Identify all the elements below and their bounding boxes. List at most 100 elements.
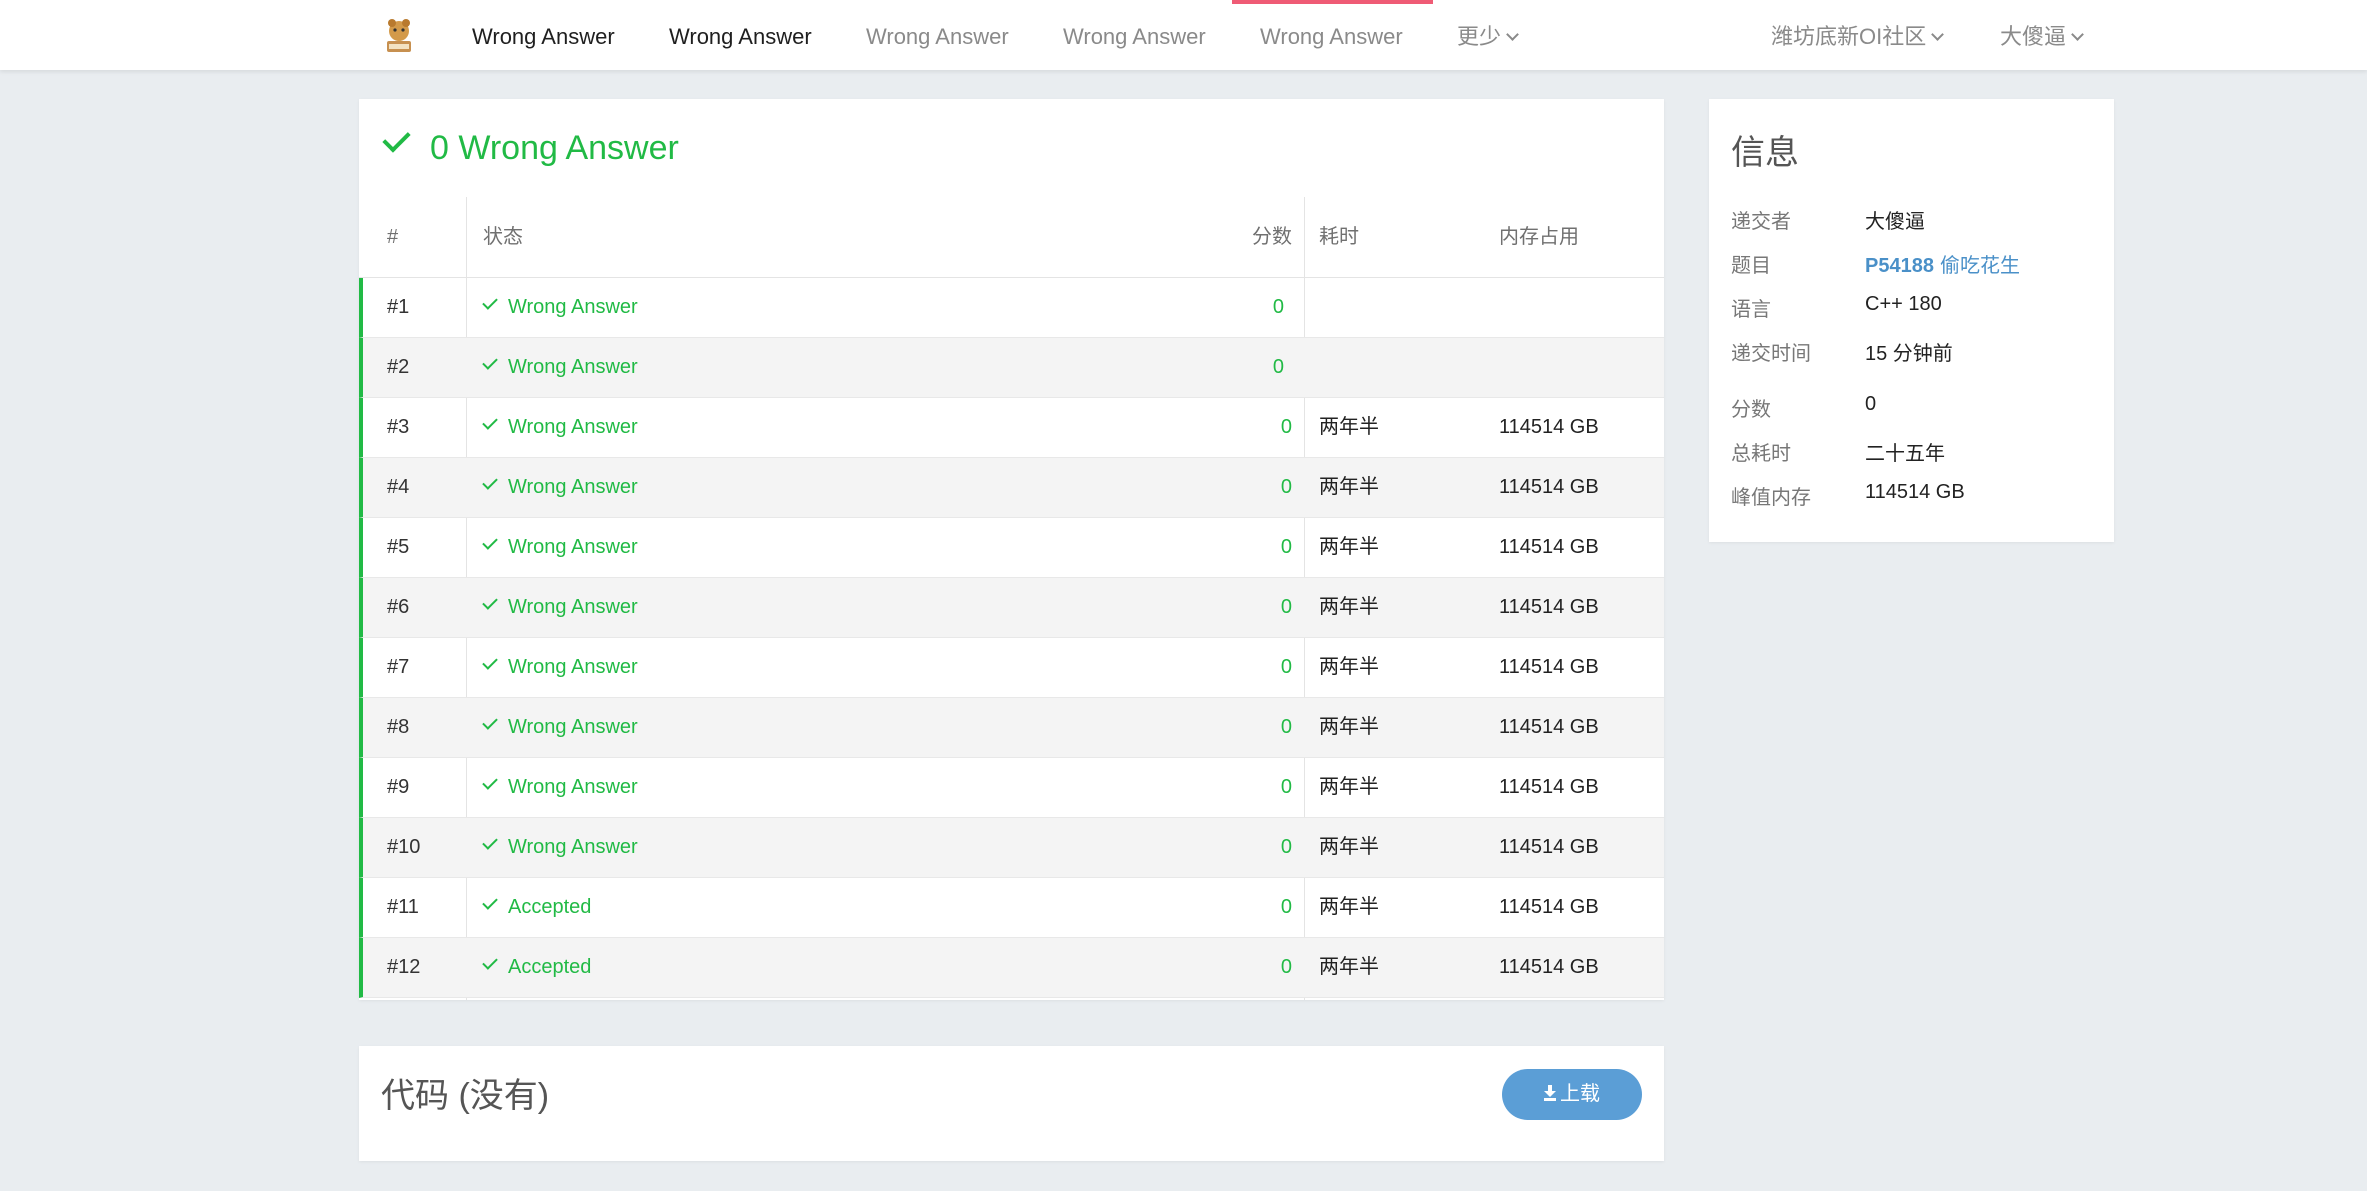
check-icon — [482, 414, 498, 430]
check-icon — [482, 534, 498, 550]
code-card: 代码 (没有) 上载 — [359, 1046, 1664, 1161]
row-score: 0 — [1280, 656, 1292, 678]
row-time: 两年半 — [1319, 536, 1379, 558]
row-status: Wrong Answer — [482, 518, 638, 577]
row-time: 两年半 — [1319, 416, 1379, 438]
column-header-time: 耗时 — [1319, 226, 1359, 248]
row-index: #3 — [387, 416, 410, 438]
row-index: #6 — [387, 596, 410, 618]
chevron-down-icon — [1506, 28, 1519, 41]
table-row[interactable]: #7 Wrong Answer 0 两年半 114514 GB — [359, 638, 1664, 698]
info-language: C++ 180 — [1865, 293, 1942, 315]
result-title: 0 Wrong Answer — [382, 124, 679, 168]
row-time: 两年半 — [1319, 836, 1379, 858]
check-icon — [482, 774, 498, 790]
top-navbar: Wrong Answer Wrong Answer Wrong Answer W… — [0, 0, 2367, 70]
info-key: 递交者 — [1731, 211, 1791, 233]
row-status: Accepted — [482, 878, 592, 937]
row-time: 两年半 — [1319, 596, 1379, 618]
problem-link[interactable]: P54188 偷吃花生 — [1865, 255, 2020, 277]
row-status: Accepted — [482, 938, 592, 997]
code-title: 代码 (没有) — [381, 1077, 550, 1115]
judge-result-card: 0 Wrong Answer # 状态 分数 耗时 内存占用 #1 Wrong … — [359, 99, 1664, 1000]
table-row[interactable]: #3 Wrong Answer 0 两年半 114514 GB — [359, 398, 1664, 458]
row-status-text: Accepted — [508, 896, 592, 918]
row-time: 两年半 — [1319, 656, 1379, 678]
row-status: Wrong Answer — [482, 338, 638, 397]
chevron-down-icon — [2071, 28, 2084, 41]
row-index: #12 — [387, 956, 421, 978]
row-memory: 114514 GB — [1499, 416, 1599, 438]
row-index: #2 — [387, 356, 410, 378]
check-icon — [482, 474, 498, 490]
column-header-index: # — [387, 226, 399, 248]
check-icon — [482, 834, 498, 850]
info-key: 峰值内存 — [1731, 487, 1811, 509]
table-row[interactable]: #12 Accepted 0 两年半 114514 GB — [359, 938, 1664, 998]
nav-item-4[interactable]: Wrong Answer — [1063, 0, 1206, 70]
nav-item-1[interactable]: Wrong Answer — [472, 0, 615, 70]
table-row[interactable]: #6 Wrong Answer 0 两年半 114514 GB — [359, 578, 1664, 638]
row-status-text: Wrong Answer — [508, 656, 638, 678]
column-header-memory: 内存占用 — [1499, 226, 1579, 248]
check-icon — [482, 894, 498, 910]
row-time: 两年半 — [1319, 896, 1379, 918]
row-memory: 114514 GB — [1499, 476, 1599, 498]
row-memory: 114514 GB — [1499, 776, 1599, 798]
table-row[interactable]: #11 Accepted 0 两年半 114514 GB — [359, 878, 1664, 938]
row-score: 0 — [1280, 476, 1292, 498]
info-key: 分数 — [1731, 399, 1771, 421]
row-memory: 114514 GB — [1499, 896, 1599, 918]
table-row[interactable]: #2 Wrong Answer 0 — [359, 338, 1664, 398]
nav-item-3[interactable]: Wrong Answer — [866, 0, 1009, 70]
nav-item-5-active[interactable]: Wrong Answer — [1232, 0, 1433, 70]
problem-name: 偷吃花生 — [1939, 255, 2020, 277]
check-icon — [482, 714, 498, 730]
row-memory: 114514 GB — [1499, 716, 1599, 738]
upload-button[interactable]: 上载 — [1502, 1069, 1642, 1120]
info-submitter-link[interactable]: 大傻逼 — [1865, 205, 1925, 234]
row-status-text: Accepted — [508, 956, 592, 978]
check-icon — [482, 954, 498, 970]
nav-item-2[interactable]: Wrong Answer — [669, 0, 812, 70]
row-status: Wrong Answer — [482, 398, 638, 457]
check-icon — [482, 294, 498, 310]
info-key: 题目 — [1731, 255, 1771, 277]
check-icon — [482, 654, 498, 670]
table-row[interactable]: #4 Wrong Answer 0 两年半 114514 GB — [359, 458, 1664, 518]
row-status-text: Wrong Answer — [508, 296, 638, 318]
info-key: 语言 — [1731, 299, 1771, 321]
table-row[interactable]: #1 Wrong Answer 0 — [359, 278, 1664, 338]
row-status-text: Wrong Answer — [508, 536, 638, 558]
row-time: 两年半 — [1319, 476, 1379, 498]
nav-community-label: 潍坊底新OI社区 — [1771, 24, 1927, 49]
row-index: #1 — [387, 296, 410, 318]
row-status: Wrong Answer — [482, 578, 638, 637]
site-logo-icon[interactable] — [380, 17, 418, 55]
row-index: #8 — [387, 716, 410, 738]
row-index: #5 — [387, 536, 410, 558]
info-key: 总耗时 — [1731, 443, 1791, 465]
row-status-text: Wrong Answer — [508, 476, 638, 498]
row-score: 0 — [1280, 956, 1292, 978]
row-score: 0 — [1280, 776, 1292, 798]
row-score: 0 — [1280, 416, 1292, 438]
table-row[interactable]: #10 Wrong Answer 0 两年半 114514 GB — [359, 818, 1664, 878]
nav-community-dropdown[interactable]: 潍坊底新OI社区 — [1771, 0, 1945, 70]
row-score: 0 — [1272, 356, 1284, 378]
row-index: #11 — [387, 896, 419, 918]
column-header-status: 状态 — [483, 226, 523, 248]
nav-user-dropdown[interactable]: 大傻逼 — [2000, 0, 2084, 70]
table-row[interactable]: #5 Wrong Answer 0 两年半 114514 GB — [359, 518, 1664, 578]
row-score: 0 — [1272, 296, 1284, 318]
row-memory: 114514 GB — [1499, 956, 1599, 978]
info-score: 0 — [1865, 393, 1877, 415]
table-row[interactable]: #9 Wrong Answer 0 两年半 114514 GB — [359, 758, 1664, 818]
row-status: Wrong Answer — [482, 698, 638, 757]
column-header-score: 分数 — [1252, 226, 1292, 248]
table-row[interactable]: #8 Wrong Answer 0 两年半 114514 GB — [359, 698, 1664, 758]
nav-user-label: 大傻逼 — [2000, 24, 2067, 49]
row-index: #9 — [387, 776, 410, 798]
nav-more-dropdown[interactable]: 更少 — [1457, 0, 1519, 70]
row-time: 两年半 — [1319, 956, 1379, 978]
